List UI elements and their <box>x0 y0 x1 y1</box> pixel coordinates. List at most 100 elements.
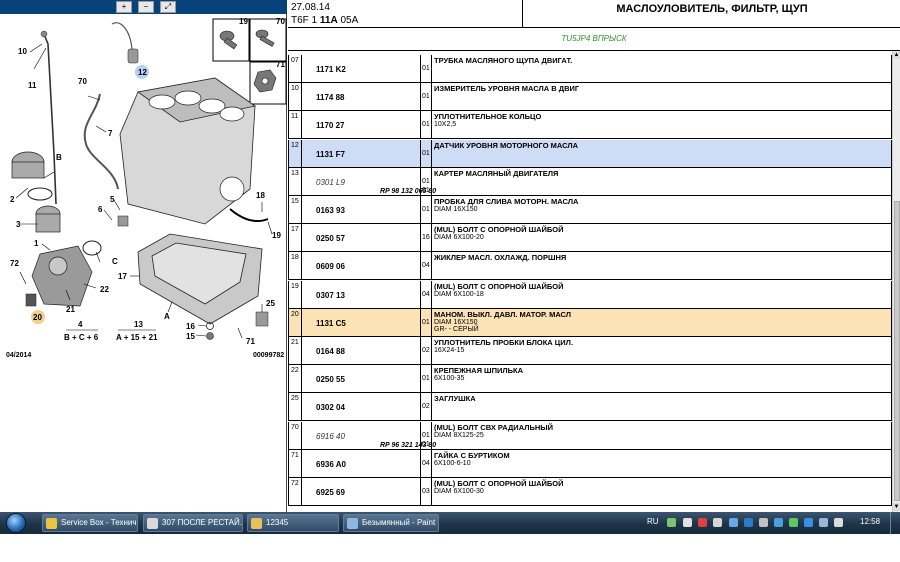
qty-value: 01 <box>422 375 430 383</box>
callout-20[interactable]: 20 <box>33 313 42 322</box>
part-number[interactable]: 6936 A0 <box>316 460 346 469</box>
table-row[interactable]: 10 1174 88 01 ИЗМЕРИТЕЛЬ УРОВНЯ МАСЛА В ДВИ… <box>288 83 892 112</box>
callout-5[interactable]: 5 <box>110 195 115 204</box>
callout-19-block[interactable]: 19 <box>272 231 281 240</box>
part-number[interactable]: 6916 40 <box>316 432 345 441</box>
qty-value: 02 <box>422 403 430 411</box>
tray-monitor-icon[interactable] <box>744 518 753 527</box>
tray-arrow-icon[interactable] <box>713 518 722 527</box>
table-row[interactable]: 70 6916 40 RP 96 321 143 80 01 01 (MUL) БОЛТ … <box>288 421 892 450</box>
ref-cell: 70 <box>288 421 302 449</box>
zoom-in-button[interactable]: + <box>116 1 132 13</box>
tray-signal-icon[interactable] <box>819 518 828 527</box>
callout-3[interactable]: 3 <box>16 220 21 229</box>
callout-13[interactable]: 13 <box>134 320 143 329</box>
part-number[interactable]: 0164 88 <box>316 347 345 356</box>
cylinder-1 <box>148 94 176 110</box>
tray-tool-icon[interactable] <box>759 518 768 527</box>
part-number[interactable]: 0301 L9 <box>316 178 345 187</box>
callout-1[interactable]: 1 <box>34 239 39 248</box>
callout-6[interactable]: 6 <box>98 205 103 214</box>
taskbar-task[interactable]: Безымянный - Paint <box>343 514 439 532</box>
tray-power-icon[interactable] <box>789 518 798 527</box>
part-number[interactable]: 1170 27 <box>316 121 344 130</box>
callout-71-box[interactable]: 71 <box>276 60 285 69</box>
callout-12[interactable]: 12 <box>138 68 147 77</box>
part-number[interactable]: 0307 13 <box>316 291 345 300</box>
tray-volume-icon[interactable] <box>834 518 843 527</box>
part-number[interactable]: 0250 55 <box>316 375 345 384</box>
zoom-fit-button[interactable]: ⤢ <box>160 1 176 13</box>
callout-b[interactable]: B <box>56 153 62 162</box>
callout-11[interactable]: 11 <box>28 81 37 90</box>
exploded-parts-diagram[interactable]: 19 70 71 10 11 12 70 7 B 2 3 1 5 6 C 18 … <box>0 14 287 374</box>
callout-10[interactable]: 10 <box>18 47 27 56</box>
tray-network-icon[interactable] <box>667 518 676 527</box>
callout-70-box[interactable]: 70 <box>276 17 285 26</box>
taskbar-task[interactable]: 307 ПОСЛЕ РЕСТАЙ... <box>143 514 243 532</box>
callout-c[interactable]: C <box>112 257 118 266</box>
table-row[interactable]: 13 0301 L9 RP 98 132 065 80 01 01 КАРТЕР МАСЛ… <box>288 167 892 196</box>
callout-22[interactable]: 22 <box>100 285 109 294</box>
callout-7[interactable]: 7 <box>108 129 113 138</box>
tray-stop-icon[interactable] <box>804 518 813 527</box>
table-row[interactable]: 72 6925 69 03 (MUL) БОЛТ С ОПОРНОЙ ШАЙБОЙ DI… <box>288 478 892 506</box>
callout-25[interactable]: 25 <box>266 299 275 308</box>
callout-70[interactable]: 70 <box>78 77 87 86</box>
scroll-up-icon[interactable]: ▲ <box>893 51 900 59</box>
part-number[interactable]: 0609 06 <box>316 262 345 271</box>
part-number[interactable]: 1171 K2 <box>316 65 346 74</box>
callout-2[interactable]: 2 <box>10 195 15 204</box>
task-label: Service Box - Технич... <box>61 518 138 527</box>
part-number[interactable]: 6925 69 <box>316 488 345 497</box>
part-number[interactable]: 1131 F7 <box>316 150 345 159</box>
part-number[interactable]: 1174 88 <box>316 93 344 102</box>
table-scrollbar[interactable]: ▲ ▼ <box>892 51 900 512</box>
scroll-thumb[interactable] <box>894 201 900 501</box>
callout-b-c-6[interactable]: B + C + 6 <box>64 333 99 342</box>
table-row[interactable]: 15 0163 93 01 ПРОБКА ДЛЯ СЛИВА МОТОРН. МАСЛ… <box>288 196 892 224</box>
qty-value: 16 <box>422 234 430 242</box>
language-indicator[interactable]: RU <box>647 517 659 526</box>
part-number[interactable]: 1131 C5 <box>316 319 346 328</box>
taskbar-clock[interactable]: 12:58 <box>860 517 880 526</box>
callout-16[interactable]: 16 <box>186 322 195 331</box>
table-row[interactable]: 17 0250 57 16 (MUL) БОЛТ С ОПОРНОЙ ШАЙБОЙ DI… <box>288 224 892 253</box>
callout-19[interactable]: 19 <box>239 17 248 26</box>
table-row[interactable]: 07 1171 K2 01 ТРУБКА МАСЛЯНОГО ЩУПА ДВИГАТ. <box>288 55 892 83</box>
callout-a-15-21[interactable]: A + 15 + 21 <box>116 333 158 342</box>
callout-17[interactable]: 17 <box>118 272 127 281</box>
callout-18[interactable]: 18 <box>256 191 265 200</box>
table-row[interactable]: 71 6936 A0 04 ГАЙКА С БУРТИКОМ 6X100-6-10 <box>288 449 892 478</box>
part-number[interactable]: 0250 57 <box>316 234 345 243</box>
table-row[interactable]: 12 1131 F7 01 ДАТЧИК УРОВНЯ МОТОРНОГО МАСЛА <box>288 139 892 168</box>
tray-chat-icon[interactable] <box>774 518 783 527</box>
description-cell: МАНОМ. ВЫКЛ. ДАВЛ. МАТОР. МАСЛ DIAM 16X15… <box>432 308 892 336</box>
table-row[interactable]: 20 1131 C5 01 МАНОМ. ВЫКЛ. ДАВЛ. МАТОР. МАС… <box>288 308 892 337</box>
show-desktop-button[interactable] <box>890 512 900 534</box>
scroll-down-icon[interactable]: ▼ <box>893 503 900 511</box>
tray-flag-icon[interactable] <box>698 518 707 527</box>
description-cell: ТРУБКА МАСЛЯНОГО ЩУПА ДВИГАТ. <box>432 55 892 82</box>
callout-72[interactable]: 72 <box>10 259 19 268</box>
tray-display-icon[interactable] <box>729 518 738 527</box>
callout-15[interactable]: 15 <box>186 332 195 341</box>
table-row[interactable]: 21 0164 88 02 УПЛОТНИТЕЛЬ ПРОБКИ БЛОКА ЦИЛ.… <box>288 337 892 365</box>
part-number[interactable]: 0163 93 <box>316 206 345 215</box>
zoom-out-button[interactable]: − <box>138 1 154 13</box>
part-number[interactable]: 0302 04 <box>316 403 345 412</box>
table-row[interactable]: 11 1170 27 01 УПЛОТНИТЕЛЬНОЕ КОЛЬЦО 10X2,5 <box>288 111 892 140</box>
taskbar-task[interactable]: Service Box - Технич... <box>42 514 138 532</box>
callout-4[interactable]: 4 <box>78 320 83 329</box>
callout-21[interactable]: 21 <box>66 305 75 314</box>
start-button[interactable] <box>6 513 26 533</box>
code-suffix: 05A <box>337 15 359 26</box>
table-row[interactable]: 22 0250 55 01 КРЕПЕЖНАЯ ШПИЛЬКА 6X100-35 <box>288 365 892 394</box>
callout-71[interactable]: 71 <box>246 337 255 346</box>
tray-keyboard-icon[interactable] <box>683 518 692 527</box>
taskbar-task[interactable]: 12345 <box>247 514 339 532</box>
table-row[interactable]: 18 0609 06 04 ЖИКЛЕР МАСЛ. ОХЛАЖД. ПОРШНЯ <box>288 252 892 281</box>
callout-a[interactable]: A <box>164 312 170 321</box>
table-row[interactable]: 19 0307 13 04 (MUL) БОЛТ С ОПОРНОЙ ШАЙБОЙ DI… <box>288 280 892 309</box>
table-row[interactable]: 25 0302 04 02 ЗАГЛУШКА <box>288 393 892 422</box>
